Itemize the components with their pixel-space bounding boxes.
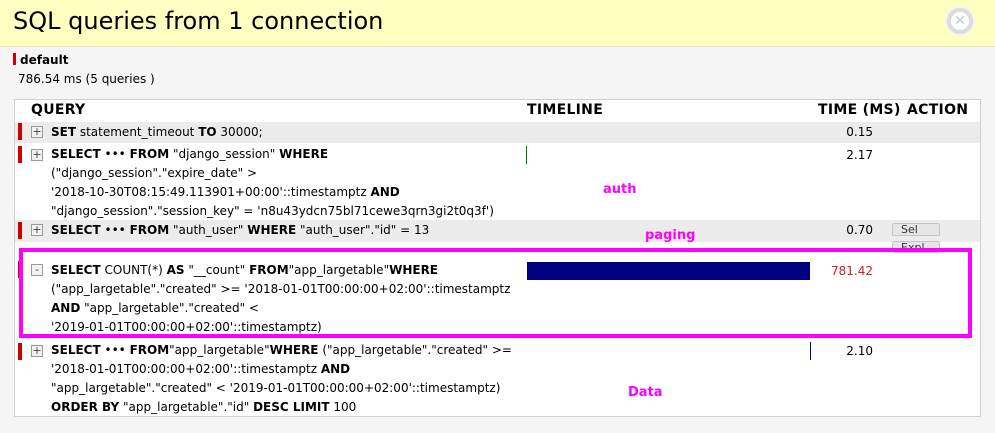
expand-toggle[interactable]: +	[31, 224, 43, 236]
connection-name: default	[20, 53, 69, 67]
query-sql: SELECT ••• FROM"app_largetable"WHERE ("a…	[51, 343, 512, 414]
query-time: 0.15	[846, 125, 873, 139]
table-row: + SELECT ••• FROM"app_largetable"WHERE (…	[15, 340, 980, 416]
column-header-query: QUERY	[31, 102, 86, 118]
close-icon[interactable]: ✕	[951, 12, 969, 30]
panel-header: SQL queries from 1 connection ✕	[0, 0, 995, 47]
timeline-marker	[810, 342, 811, 360]
row-marker	[18, 343, 22, 360]
expand-toggle[interactable]: +	[31, 345, 43, 357]
query-time: 0.70	[846, 223, 873, 237]
highlight-box	[19, 248, 972, 338]
close-button[interactable]: ✕	[945, 6, 975, 36]
column-header-timeline: TIMELINE	[527, 102, 604, 118]
page-title: SQL queries from 1 connection	[13, 7, 384, 35]
expand-toggle[interactable]: +	[31, 149, 43, 161]
annotation-paging: paging	[645, 228, 696, 243]
select-button[interactable]: Sel	[892, 223, 940, 236]
annotation-data: Data	[628, 385, 663, 400]
row-marker	[18, 123, 22, 140]
column-header-time: TIME (MS)	[818, 102, 901, 118]
query-time: 2.10	[846, 344, 873, 358]
annotation-auth: auth	[603, 182, 637, 197]
row-marker	[18, 146, 22, 163]
timeline-marker	[526, 146, 527, 164]
connection-color-marker	[13, 53, 16, 65]
table-row: + SELECT ••• FROM "django_session" WHERE…	[15, 143, 980, 220]
column-header-action: ACTION	[907, 102, 969, 118]
connection-stats: 786.54 ms (5 queries )	[18, 72, 155, 86]
table-row: + SET statement_timeout TO 30000; 0.15	[15, 122, 980, 143]
query-sql: SELECT ••• FROM "django_session" WHERE (…	[51, 147, 494, 218]
query-sql: SET statement_timeout TO 30000;	[51, 125, 263, 139]
expand-toggle[interactable]: +	[31, 126, 43, 138]
table-row: + SELECT ••• FROM "auth_user" WHERE "aut…	[15, 220, 980, 242]
query-sql: SELECT ••• FROM "auth_user" WHERE "auth_…	[51, 223, 430, 237]
query-time: 2.17	[846, 148, 873, 162]
row-marker	[18, 222, 22, 239]
